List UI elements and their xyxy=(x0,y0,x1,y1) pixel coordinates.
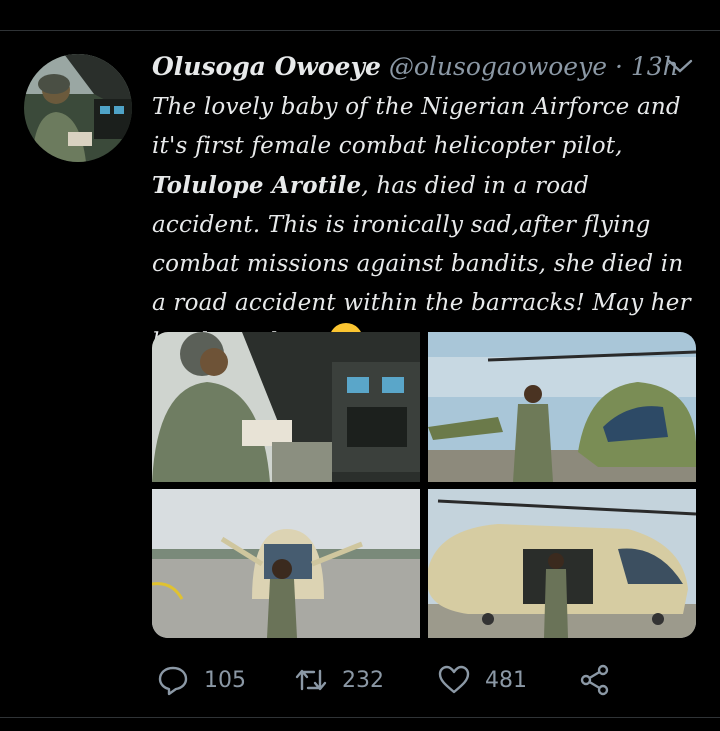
tweet-actions: 105 232 481 xyxy=(152,660,712,700)
divider xyxy=(0,30,720,31)
separator: · xyxy=(614,52,623,81)
reply-icon xyxy=(158,666,188,696)
retweet-icon[interactable] xyxy=(310,0,336,12)
previous-tweet-actions xyxy=(0,0,720,28)
author-name[interactable]: Olusoga Owoeye xyxy=(152,52,381,81)
tweet-text: The lovely baby of the Nigerian Airforce… xyxy=(152,88,697,362)
tweet-text-part2: , has died in a road accident. This is i… xyxy=(152,173,691,355)
retweet-count: 232 xyxy=(342,667,384,693)
like-count: 481 xyxy=(485,667,527,693)
divider xyxy=(0,717,720,718)
share-icon[interactable] xyxy=(595,0,621,12)
mention-name: Tolulope Arotile xyxy=(152,172,362,199)
author-handle[interactable]: @olusogaowoeye xyxy=(389,52,607,81)
avatar[interactable] xyxy=(24,54,132,162)
photo-helicopter-tarmac[interactable] xyxy=(152,489,420,638)
like-button[interactable]: 481 xyxy=(437,660,527,700)
share-icon xyxy=(580,664,609,696)
reply-icon[interactable] xyxy=(160,0,186,12)
heart-icon xyxy=(438,665,470,694)
reply-button[interactable]: 105 xyxy=(156,660,246,700)
media-grid xyxy=(152,332,696,638)
tweet-header: Olusoga Owoeye @olusogaowoeye · 13h xyxy=(152,52,679,82)
reply-count: 105 xyxy=(204,667,246,693)
tweet-text-part1: The lovely baby of the Nigerian Airforce… xyxy=(152,94,681,159)
photo-helicopter-front[interactable] xyxy=(428,332,696,482)
photo-cockpit[interactable] xyxy=(152,332,420,482)
retweet-button[interactable]: 232 xyxy=(294,660,384,700)
share-button[interactable] xyxy=(578,660,612,700)
retweet-icon xyxy=(295,669,327,691)
photo-helicopter-side[interactable] xyxy=(428,489,696,638)
chevron-down-icon[interactable] xyxy=(666,56,694,76)
